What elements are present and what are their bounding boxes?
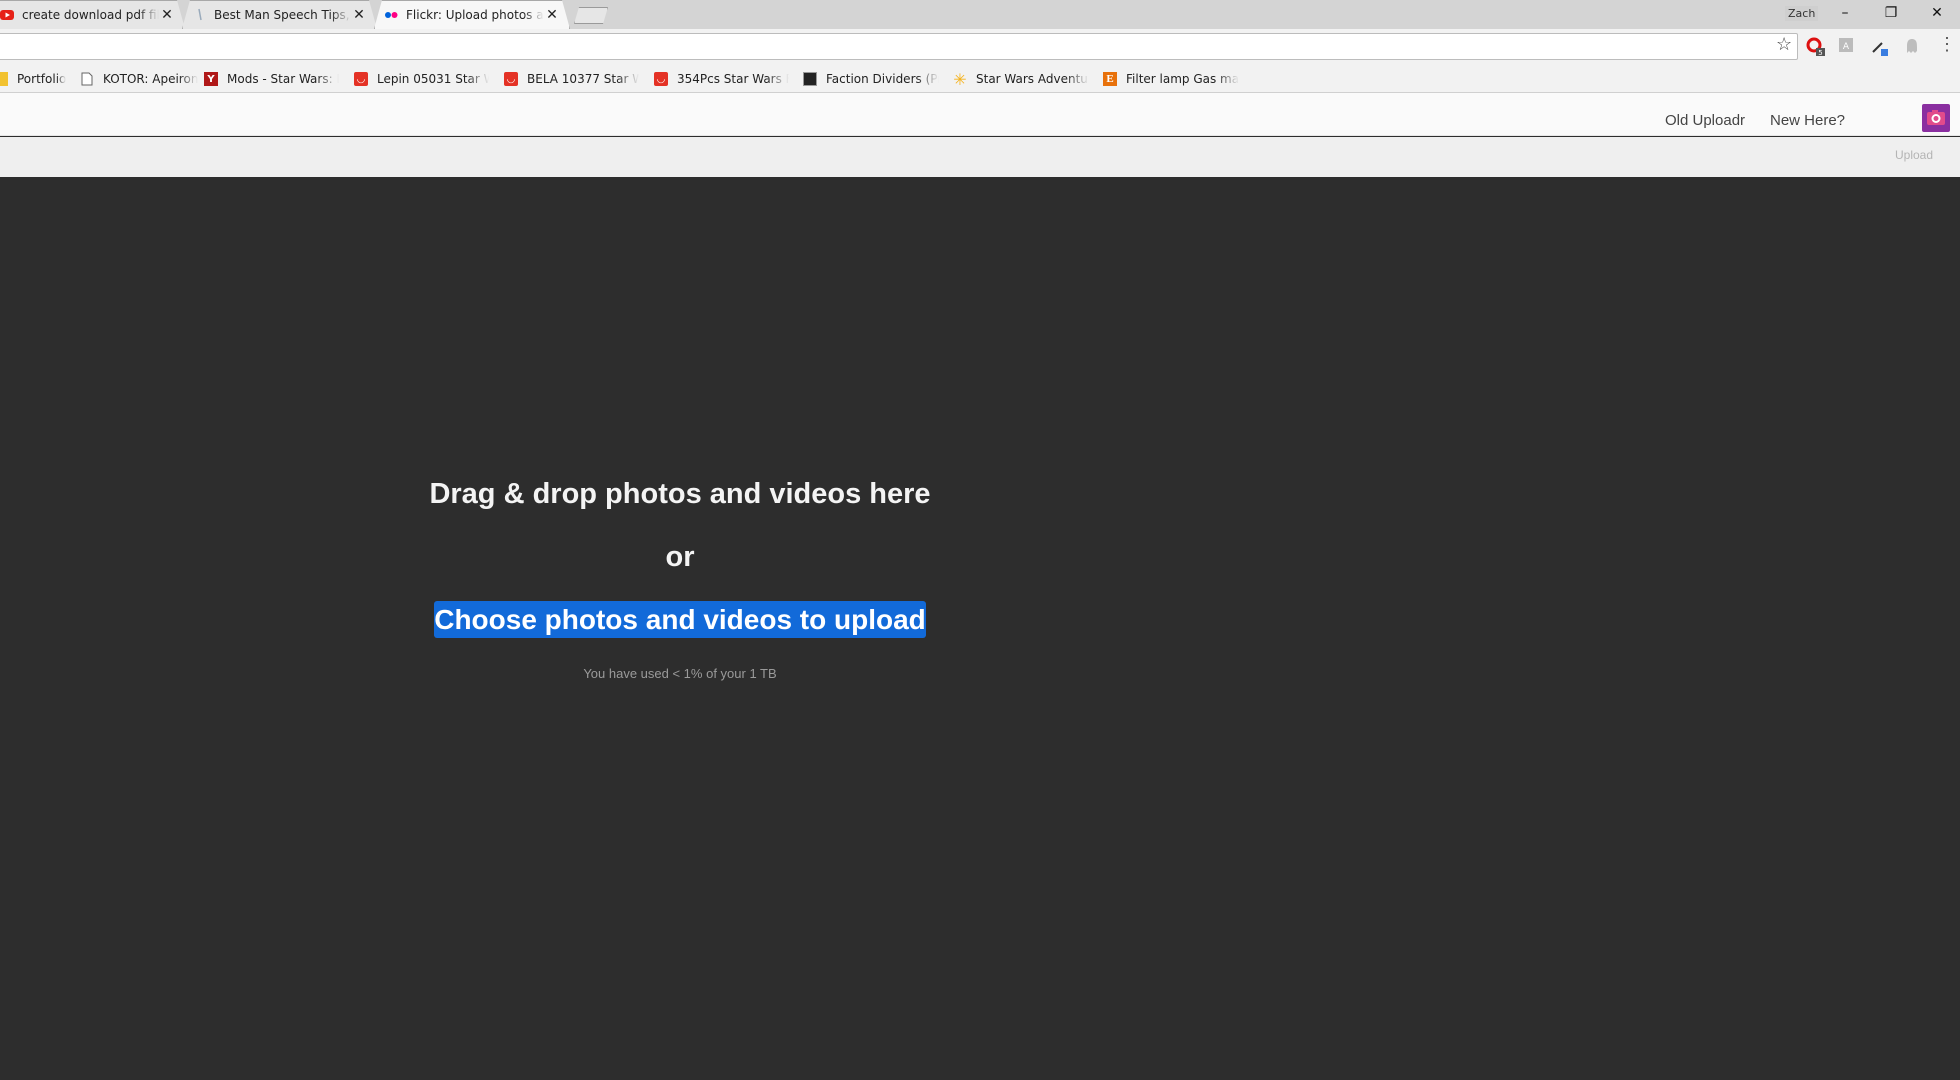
bookmark-item[interactable]: KOTOR: Apeiron [80, 69, 198, 89]
close-tab-icon[interactable]: ✕ [544, 7, 560, 23]
tab-strip: create download pdf file ✕ Best Man Spee… [0, 0, 1960, 29]
restore-button[interactable]: ❐ [1868, 0, 1914, 26]
tab-title: Best Man Speech Tips, Tri [214, 7, 351, 22]
bookmark-star-icon[interactable]: ☆ [1776, 34, 1792, 54]
aliexpress-icon: ◡ [504, 72, 518, 86]
walmart-icon: ✳ [953, 69, 967, 89]
close-window-button[interactable]: ✕ [1914, 0, 1960, 26]
minimize-button[interactable]: – [1822, 0, 1868, 26]
close-tab-icon[interactable]: ✕ [159, 7, 175, 23]
translate-extension-icon[interactable]: A [1838, 37, 1856, 55]
aliexpress-icon: ◡ [654, 72, 668, 86]
aliexpress-icon: ◡ [354, 72, 368, 86]
flickr-icon [384, 8, 398, 22]
upload-drop-zone[interactable] [0, 177, 1960, 1080]
browser-menu-icon[interactable]: ⋮ [1938, 34, 1956, 54]
profile-name[interactable]: Zach [1785, 6, 1819, 21]
bookmark-item[interactable]: ◡ Lepin 05031 Star Wa [354, 69, 489, 89]
bookmark-item[interactable]: ◡ BELA 10377 Star War [504, 69, 639, 89]
upload-button[interactable]: Upload [1895, 148, 1933, 162]
folder-icon [0, 72, 8, 86]
bookmark-item[interactable]: Portfolio [0, 69, 66, 89]
old-uploadr-link[interactable]: Old Uploadr [1665, 112, 1745, 129]
tab-flickr-upload[interactable]: Flickr: Upload photos and ✕ [374, 0, 570, 29]
close-tab-icon[interactable]: ✕ [351, 7, 367, 23]
or-separator: or [665, 541, 695, 573]
page-icon [192, 8, 206, 22]
bookmark-item[interactable]: Y Mods - Star Wars: Em [204, 69, 339, 89]
youtube-icon [0, 8, 14, 22]
bookmark-item[interactable]: Faction Dividers (Prin [803, 69, 939, 89]
svg-text:5: 5 [1818, 49, 1822, 57]
tab-title: create download pdf file [22, 7, 159, 22]
opera-extension-icon[interactable]: 5 [1806, 37, 1825, 57]
choose-files-button[interactable]: Choose photos and videos to upload [434, 601, 926, 638]
boardgame-icon [803, 72, 817, 86]
camera-icon [1927, 110, 1945, 125]
bookmark-item[interactable]: E Filter lamp Gas mask [1103, 69, 1239, 89]
tab-best-man-speech[interactable]: Best Man Speech Tips, Tri ✕ [182, 0, 377, 29]
browser-toolbar [0, 29, 1960, 65]
page-icon [80, 72, 94, 86]
drop-zone-title: Drag & drop photos and videos here [429, 478, 931, 510]
bookmark-item[interactable]: ◡ 354Pcs Star Wars For [654, 69, 789, 89]
new-here-link[interactable]: New Here? [1770, 112, 1845, 129]
tab-title: Flickr: Upload photos and [406, 7, 544, 22]
etsy-icon: E [1103, 72, 1117, 86]
y-icon: Y [204, 72, 218, 86]
new-tab-button[interactable] [574, 7, 608, 24]
upload-toolbar [0, 137, 1960, 177]
bookmark-item[interactable]: ✳ Star Wars Adventure [953, 69, 1089, 89]
storage-usage-text: You have used < 1% of your 1 TB [583, 666, 777, 681]
address-bar[interactable] [0, 33, 1798, 60]
avatar[interactable] [1922, 104, 1950, 132]
ghostery-extension-icon[interactable] [1903, 37, 1921, 55]
bookmarks-bar: Portfolio KOTOR: Apeiron Y Mods - Star W… [0, 65, 1960, 93]
svg-text:A: A [1843, 42, 1850, 52]
eyedropper-extension-icon[interactable] [1870, 37, 1888, 56]
tab-youtube[interactable]: create download pdf file ✕ [0, 0, 185, 29]
